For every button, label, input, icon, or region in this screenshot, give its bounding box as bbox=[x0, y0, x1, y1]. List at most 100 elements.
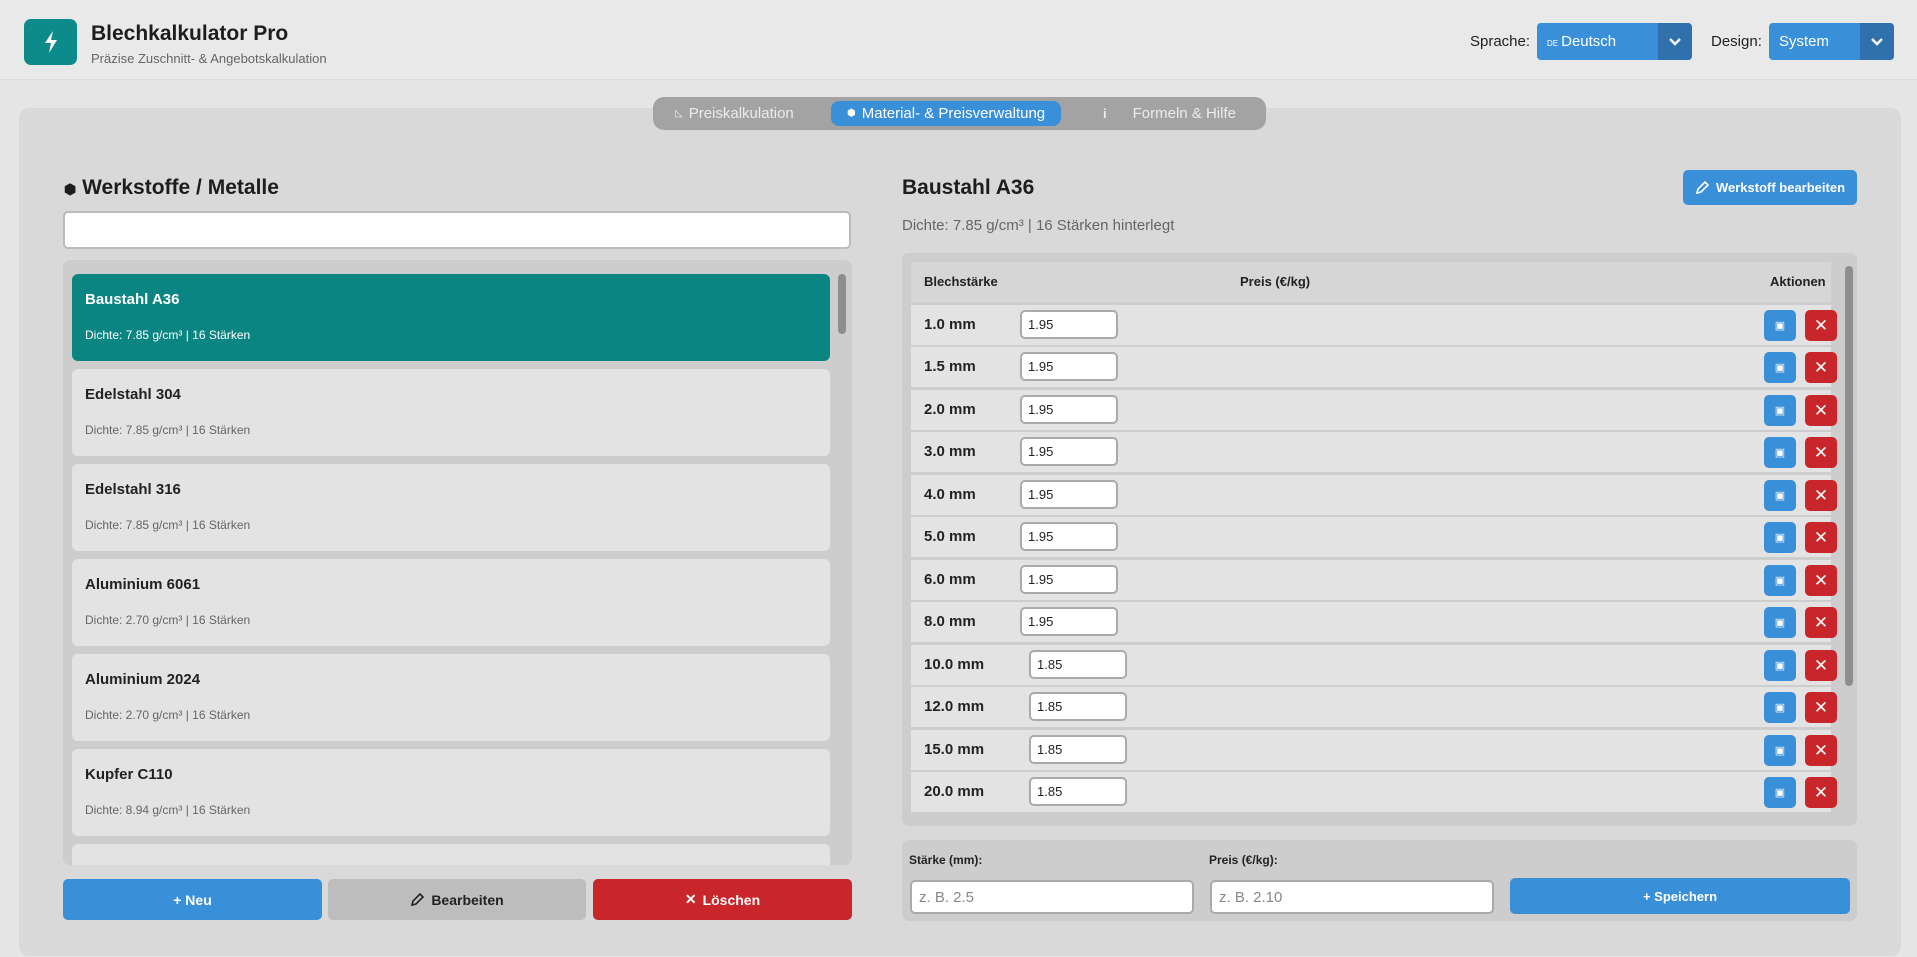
edit-material-button[interactable]: Bearbeiten bbox=[328, 879, 586, 920]
save-row-button[interactable]: ▣ bbox=[1764, 777, 1796, 808]
header-actions: Aktionen bbox=[1770, 274, 1826, 289]
material-list: Baustahl A36 Dichte: 7.85 g/cm³ | 16 Stä… bbox=[63, 260, 852, 865]
header-price: Preis (€/kg) bbox=[1240, 274, 1311, 289]
box-icon: ⬢ bbox=[847, 108, 856, 119]
price-input[interactable]: 1.95 bbox=[1020, 310, 1118, 339]
price-label: Preis (€/kg): bbox=[1209, 853, 1278, 867]
new-material-button[interactable]: + Neu bbox=[63, 879, 322, 920]
floppy-disk-icon: ▣ bbox=[1774, 447, 1786, 459]
price-input[interactable]: 1.95 bbox=[1020, 437, 1118, 466]
delete-row-button[interactable]: ✕ bbox=[1805, 692, 1837, 723]
theme-select[interactable]: System bbox=[1769, 23, 1894, 60]
list-scrollbar[interactable] bbox=[838, 274, 846, 334]
floppy-disk-icon: ▣ bbox=[1774, 702, 1786, 714]
detail-subtitle: Dichte: 7.85 g/cm³ | 16 Stärken hinterle… bbox=[902, 217, 1175, 234]
delete-row-button[interactable]: ✕ bbox=[1805, 437, 1837, 468]
save-row-button[interactable]: ▣ bbox=[1764, 352, 1796, 383]
list-item-partial[interactable] bbox=[72, 844, 830, 865]
detail-title: Baustahl A36 bbox=[902, 176, 1035, 199]
save-row-button[interactable]: ▣ bbox=[1764, 437, 1796, 468]
list-item[interactable]: Edelstahl 304 Dichte: 7.85 g/cm³ | 16 St… bbox=[72, 369, 830, 456]
list-item[interactable]: Baustahl A36 Dichte: 7.85 g/cm³ | 16 Stä… bbox=[72, 274, 830, 361]
delete-material-button[interactable]: ✕ Löschen bbox=[593, 879, 852, 920]
delete-row-button[interactable]: ✕ bbox=[1805, 480, 1837, 511]
save-row-button[interactable]: ▣ bbox=[1764, 522, 1796, 553]
table-header: Blechstärke Preis (€/kg) Aktionen bbox=[911, 262, 1831, 302]
app-subtitle: Präzise Zuschnitt- & Angebotskalkulation bbox=[91, 51, 327, 66]
close-icon: ✕ bbox=[1813, 655, 1829, 675]
ruler-triangle-icon: ◺ bbox=[675, 108, 683, 119]
tab-formeln-hilfe[interactable]: i Formeln & Hilfe bbox=[1103, 101, 1236, 126]
price-input[interactable]: 1.85 bbox=[1029, 650, 1127, 679]
floppy-disk-icon: ▣ bbox=[1774, 362, 1786, 374]
delete-row-button[interactable]: ✕ bbox=[1805, 395, 1837, 426]
material-search-input[interactable] bbox=[63, 211, 851, 249]
table-row: 6.0 mm 1.95 ▣ ✕ bbox=[911, 560, 1837, 600]
price-input[interactable]: 1.95 bbox=[1020, 395, 1118, 424]
price-input[interactable]: 1.95 bbox=[1020, 565, 1118, 594]
language-label: Sprache: bbox=[1470, 33, 1531, 50]
tab-material-preisverwaltung[interactable]: ⬢ Material- & Preisverwaltung bbox=[831, 101, 1062, 126]
save-row-button[interactable]: ▣ bbox=[1764, 607, 1796, 638]
close-icon: ✕ bbox=[1813, 400, 1829, 420]
delete-row-button[interactable]: ✕ bbox=[1805, 310, 1837, 341]
table-row: 10.0 mm 1.85 ▣ ✕ bbox=[911, 645, 1837, 685]
thickness-label: Stärke (mm): bbox=[909, 853, 983, 867]
table-row: 1.0 mm 1.95 ▣ ✕ bbox=[911, 305, 1837, 345]
table-row: 1.5 mm 1.95 ▣ ✕ bbox=[911, 347, 1837, 387]
table-scrollbar[interactable] bbox=[1845, 266, 1853, 686]
save-row-button[interactable]: ▣ bbox=[1764, 310, 1796, 341]
price-input[interactable]: 1.95 bbox=[1020, 480, 1118, 509]
price-input[interactable]: 1.95 bbox=[1020, 607, 1118, 636]
close-icon: ✕ bbox=[1813, 782, 1829, 802]
materials-title: ⬢ Werkstoffe / Metalle bbox=[64, 176, 279, 199]
price-input[interactable]: 1.95 bbox=[1020, 352, 1118, 381]
price-input[interactable]: 1.85 bbox=[1029, 692, 1127, 721]
header-thickness: Blechstärke bbox=[924, 274, 998, 289]
list-item[interactable]: Aluminium 2024 Dichte: 2.70 g/cm³ | 16 S… bbox=[72, 654, 830, 741]
table-row: 2.0 mm 1.95 ▣ ✕ bbox=[911, 390, 1837, 430]
table-row: 20.0 mm 1.85 ▣ ✕ bbox=[911, 772, 1837, 812]
close-icon: ✕ bbox=[1813, 442, 1829, 462]
tab-preiskalkulation[interactable]: ◺ Preiskalkulation bbox=[675, 101, 794, 126]
save-row-button[interactable]: ▣ bbox=[1764, 735, 1796, 766]
delete-row-button[interactable]: ✕ bbox=[1805, 777, 1837, 808]
add-thickness-form: Stärke (mm): Preis (€/kg): z. B. 2.5 z. … bbox=[902, 840, 1857, 921]
delete-row-button[interactable]: ✕ bbox=[1805, 565, 1837, 596]
chevron-down-icon bbox=[1658, 23, 1692, 60]
save-row-button[interactable]: ▣ bbox=[1764, 480, 1796, 511]
app-title: Blechkalkulator Pro bbox=[91, 22, 289, 45]
language-select[interactable]: DE Deutsch bbox=[1537, 23, 1692, 60]
floppy-disk-icon: ▣ bbox=[1774, 787, 1786, 799]
thickness-input[interactable]: z. B. 2.5 bbox=[910, 880, 1194, 914]
save-row-button[interactable]: ▣ bbox=[1764, 692, 1796, 723]
close-icon: ✕ bbox=[1813, 315, 1829, 335]
list-item[interactable]: Aluminium 6061 Dichte: 2.70 g/cm³ | 16 S… bbox=[72, 559, 830, 646]
delete-row-button[interactable]: ✕ bbox=[1805, 650, 1837, 681]
list-item[interactable]: Kupfer C110 Dichte: 8.94 g/cm³ | 16 Stär… bbox=[72, 749, 830, 836]
price-input[interactable]: z. B. 2.10 bbox=[1210, 880, 1494, 914]
price-input[interactable]: 1.95 bbox=[1020, 522, 1118, 551]
price-input[interactable]: 1.85 bbox=[1029, 735, 1127, 764]
close-icon: ✕ bbox=[1813, 612, 1829, 632]
delete-row-button[interactable]: ✕ bbox=[1805, 735, 1837, 766]
flag-icon: DE bbox=[1547, 39, 1559, 48]
table-row: 3.0 mm 1.95 ▣ ✕ bbox=[911, 432, 1837, 472]
table-row: 15.0 mm 1.85 ▣ ✕ bbox=[911, 730, 1837, 770]
save-row-button[interactable]: ▣ bbox=[1764, 565, 1796, 596]
save-row-button[interactable]: ▣ bbox=[1764, 650, 1796, 681]
delete-row-button[interactable]: ✕ bbox=[1805, 352, 1837, 383]
pencil-icon bbox=[411, 892, 425, 907]
delete-row-button[interactable]: ✕ bbox=[1805, 522, 1837, 553]
app-header: Blechkalkulator Pro Präzise Zuschnitt- &… bbox=[0, 0, 1917, 80]
delete-row-button[interactable]: ✕ bbox=[1805, 607, 1837, 638]
close-icon: ✕ bbox=[1813, 570, 1829, 590]
list-item[interactable]: Edelstahl 316 Dichte: 7.85 g/cm³ | 16 St… bbox=[72, 464, 830, 551]
edit-werkstoff-button[interactable]: Werkstoff bearbeiten bbox=[1683, 170, 1857, 205]
close-icon: ✕ bbox=[684, 891, 697, 907]
table-row: 12.0 mm 1.85 ▣ ✕ bbox=[911, 687, 1837, 727]
save-thickness-button[interactable]: + Speichern bbox=[1510, 878, 1850, 914]
save-row-button[interactable]: ▣ bbox=[1764, 395, 1796, 426]
price-input[interactable]: 1.85 bbox=[1029, 777, 1127, 806]
floppy-disk-icon: ▣ bbox=[1774, 745, 1786, 757]
